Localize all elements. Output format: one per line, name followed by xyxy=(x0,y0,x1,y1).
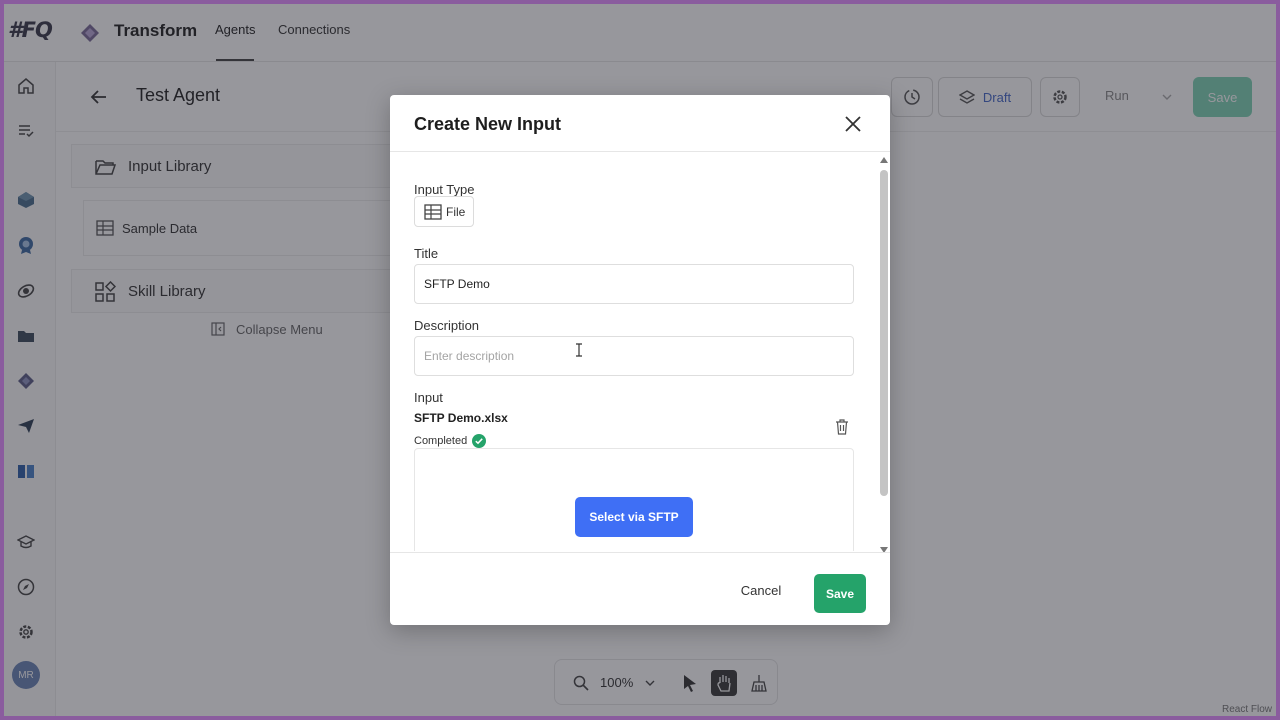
create-input-dialog: Create New Input Input Type File Title D… xyxy=(390,95,890,625)
select-via-sftp-button[interactable]: Select via SFTP xyxy=(575,497,693,537)
input-label: Input xyxy=(414,390,443,405)
file-status: Completed xyxy=(414,434,487,448)
file-status-label: Completed xyxy=(414,435,468,447)
file-name: SFTP Demo.xlsx xyxy=(414,411,508,425)
app-frame: #FQ Transform Agents Connections MR Test… xyxy=(4,4,1276,716)
title-input[interactable] xyxy=(414,264,854,304)
title-label: Title xyxy=(414,246,439,261)
description-label: Description xyxy=(414,318,480,333)
file-drop-zone[interactable]: Select via SFTP xyxy=(414,448,854,551)
dialog-footer: Cancel Save xyxy=(390,552,890,625)
input-type-label: Input Type xyxy=(414,182,475,197)
description-input[interactable] xyxy=(414,336,854,376)
dialog-body: Input Type File Title Description Input … xyxy=(390,153,890,551)
check-circle-icon xyxy=(472,434,487,448)
input-type-value: File xyxy=(446,204,466,219)
save-button[interactable]: Save xyxy=(814,574,866,613)
close-icon[interactable] xyxy=(842,113,864,135)
dialog-title: Create New Input xyxy=(414,114,562,134)
scroll-up-arrow-icon[interactable] xyxy=(880,157,888,163)
text-cursor-icon xyxy=(576,343,582,357)
dialog-header: Create New Input xyxy=(390,95,890,152)
input-type-file-chip[interactable]: File xyxy=(414,196,474,227)
scrollbar-thumb[interactable] xyxy=(880,170,888,496)
trash-icon[interactable] xyxy=(835,419,849,435)
cancel-button[interactable]: Cancel xyxy=(728,574,794,606)
table-icon xyxy=(424,203,442,220)
